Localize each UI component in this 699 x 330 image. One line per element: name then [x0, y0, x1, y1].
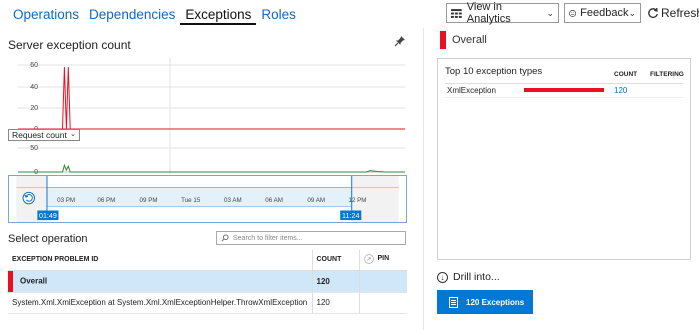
tab-dependencies[interactable]: Dependencies: [84, 5, 180, 25]
timeline-tick-label: 03 PM: [57, 197, 75, 204]
exception-type-count[interactable]: 120: [614, 86, 627, 95]
document-icon: [449, 296, 458, 308]
table-row-overall[interactable]: Overall 120: [8, 270, 407, 293]
chevron-down-icon: ⌄: [546, 7, 554, 18]
pin-icon[interactable]: [394, 35, 406, 47]
grid-icon: [451, 8, 462, 18]
tab-roles[interactable]: Roles: [256, 5, 301, 25]
exception-type-bar: [524, 88, 604, 92]
metric-select[interactable]: Request count ⌄: [8, 129, 80, 141]
exceptions-button[interactable]: 120 Exceptions: [437, 290, 533, 314]
overall-label: Overall: [452, 34, 487, 46]
overall-header: Overall: [440, 31, 487, 49]
y-tick-20: 20: [30, 105, 38, 112]
filter-placeholder: Search to filter items...: [233, 234, 303, 242]
row-id: Overall: [20, 276, 48, 286]
select-operation-title: Select operation: [8, 233, 88, 245]
timeline-tick-label: 09 PM: [140, 197, 158, 204]
drill-into-heading: ↓ Drill into...: [437, 271, 500, 283]
column-header-filtering: FILTERING: [650, 71, 684, 78]
exception-series-line: [18, 67, 405, 130]
search-icon: [221, 234, 229, 242]
row-count: 120: [311, 292, 359, 314]
pin-circle-icon: [363, 253, 374, 264]
view-in-analytics-dropdown[interactable]: View in Analytics ⌄: [446, 1, 559, 25]
card-row-divider: [445, 97, 683, 98]
request-chart: 50 0: [18, 145, 405, 176]
row-pin-cell[interactable]: [358, 292, 407, 314]
top-exceptions-card: Top 10 exception types COUNT FILTERING X…: [437, 58, 691, 260]
timeline-tick-label: 06 PM: [97, 197, 115, 204]
view-in-analytics-label: View in Analytics: [466, 1, 511, 25]
exception-chart: 60 40 20 0 50 0 03 PM06 PM09 PMTue 1503 …: [18, 58, 405, 183]
overall-color-marker: [440, 31, 446, 49]
chart-title: Server exception count: [8, 38, 131, 52]
top-exceptions-title: Top 10 exception types: [445, 66, 543, 77]
timeline-tick-label: Tue 15: [181, 197, 201, 204]
chevron-down-icon: ⌄: [70, 131, 76, 138]
panel-divider: [423, 28, 424, 330]
smiley-icon: [569, 9, 577, 17]
refresh-button[interactable]: Refresh: [647, 3, 699, 23]
selected-marker: [8, 270, 13, 292]
drill-into-label: Drill into...: [453, 271, 500, 283]
metric-select-label: Request count: [12, 130, 67, 140]
y-tick-40: 40: [30, 84, 38, 91]
exception-chart-grid: [18, 58, 405, 176]
column-header-exception-id[interactable]: EXCEPTION PROBLEM ID: [8, 250, 312, 271]
refresh-icon: [648, 7, 658, 18]
y-tick-50: 50: [30, 145, 38, 152]
timeline-tick-label: 03 AM: [224, 197, 242, 204]
timeline-tick-label: 12 PM: [348, 197, 366, 204]
pin-header-label: PIN: [377, 255, 390, 263]
time-range-brush[interactable]: 03 PM 06 PM 09 PM Tue 15 03 AM 06 AM 09 AM 12 P…: [8, 175, 407, 223]
feedback-dropdown[interactable]: Feedback ⌄: [564, 3, 641, 23]
filter-search-input[interactable]: Search to filter items...: [216, 231, 406, 245]
exception-table: EXCEPTION PROBLEM ID COUNT PIN Overall 1…: [8, 250, 407, 314]
timeline-tick-label: 09 AM: [307, 197, 325, 204]
table-header-row: EXCEPTION PROBLEM ID COUNT PIN: [8, 250, 407, 271]
exceptions-button-label: 120 Exceptions: [466, 297, 525, 307]
row-id: System.Xml.XmlException at System.Xml.Xm…: [8, 292, 312, 314]
column-header-count: COUNT: [614, 71, 638, 78]
feedback-label: Feedback: [580, 7, 629, 19]
arrow-down-circle-icon: ↓: [437, 271, 448, 283]
tab-operations[interactable]: Operations: [10, 5, 84, 25]
refresh-label: Refresh: [661, 6, 699, 20]
tab-bar: Operations Dependencies Exceptions Roles: [10, 5, 301, 25]
timeline-tick-label: 06 AM: [265, 197, 283, 204]
row-count: 120: [311, 270, 359, 293]
reset-zoom-icon[interactable]: [22, 191, 35, 205]
card-header-divider: [445, 83, 683, 84]
row-id-cell: Overall: [8, 270, 312, 293]
row-pin-cell[interactable]: [358, 270, 407, 293]
exception-type-name[interactable]: XmlException: [447, 86, 496, 95]
brush-end-label: 11:24: [342, 212, 359, 220]
request-series-line: [18, 163, 405, 173]
table-row[interactable]: System.Xml.XmlException at System.Xml.Xm…: [8, 292, 407, 314]
column-header-count[interactable]: COUNT: [311, 250, 359, 271]
brush-start-label: 01:49: [39, 212, 57, 220]
tab-exceptions[interactable]: Exceptions: [180, 5, 257, 25]
chevron-down-icon: ⌄: [628, 7, 636, 18]
column-header-pin[interactable]: PIN: [358, 250, 407, 271]
y-tick-60: 60: [30, 62, 38, 69]
